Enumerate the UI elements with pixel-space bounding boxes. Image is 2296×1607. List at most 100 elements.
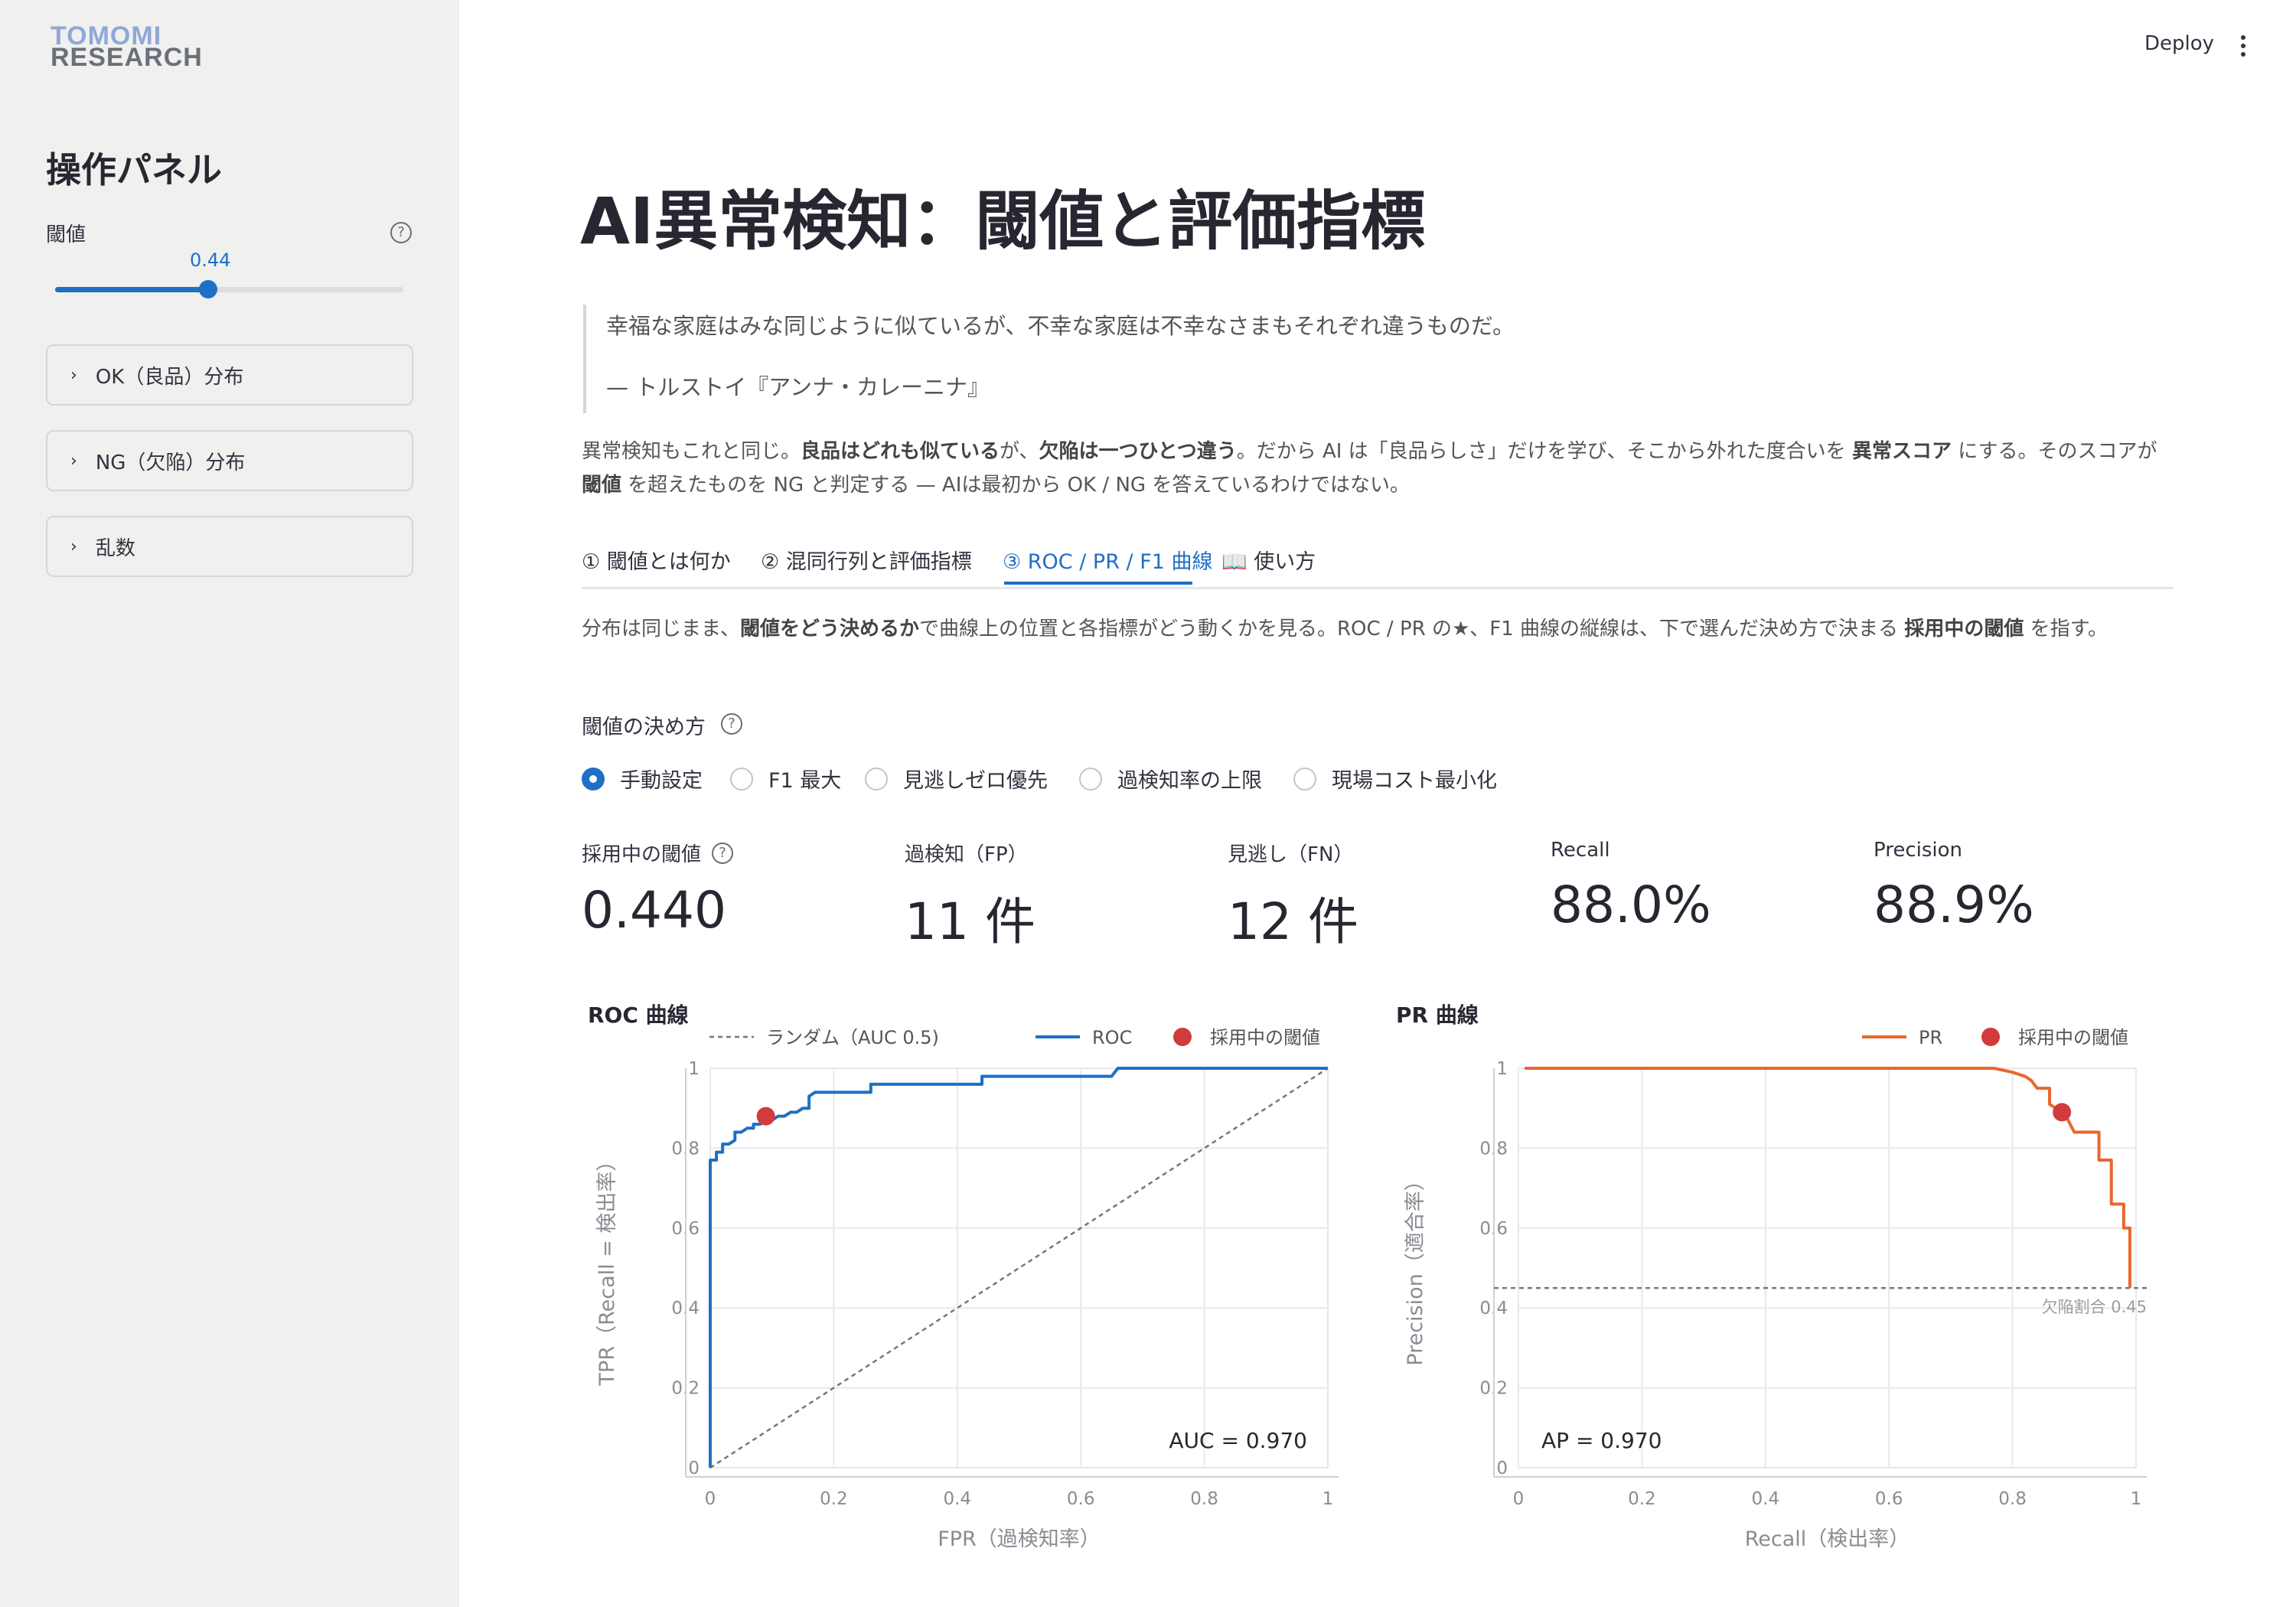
x-tick-label: 0.6 xyxy=(1067,1489,1095,1509)
roc-chart: ROC 曲線00.20.40.60.810 0.2 0.4 0.6 0.8 1FPR（過検… xyxy=(588,1002,1339,1551)
brand-logo: TOMOMI RESEARCH xyxy=(51,23,203,70)
quote-text: 幸福な家庭はみな同じように似ているが、不幸な家庭は不幸なさまもそれぞれ違うものだ… xyxy=(606,313,1515,339)
y-tick-label: 1 xyxy=(688,1059,700,1079)
metric-false-negative: 見逃し（FN） 12 件 xyxy=(1228,839,1358,954)
radio-dot xyxy=(1293,767,1316,790)
metric-value: 11 件 xyxy=(905,892,1035,951)
radio-dot xyxy=(582,767,605,790)
x-tick-label: 0.2 xyxy=(1628,1489,1656,1509)
x-tick-label: 0.8 xyxy=(1998,1489,2027,1509)
chart-annotation: AUC = 0.970 xyxy=(1169,1428,1307,1453)
x-tick-label: 0.4 xyxy=(944,1489,972,1509)
more-menu-icon[interactable] xyxy=(2241,35,2247,58)
threshold-marker xyxy=(756,1107,775,1126)
radio-f1-max[interactable]: F1 最大 xyxy=(730,764,841,794)
metric-threshold: 採用中の閾値 ? 0.440 xyxy=(582,839,734,940)
tab-confusion-matrix[interactable]: ② 混同行列と評価指標 xyxy=(761,545,972,575)
legend-label: PR xyxy=(1919,1027,1942,1048)
metric-label: Precision xyxy=(1874,839,1963,862)
metric-label: 見逃し（FN） xyxy=(1228,843,1354,866)
x-tick-label: 0.4 xyxy=(1752,1489,1780,1509)
expander-random-seed[interactable]: › 乱数 xyxy=(46,516,413,577)
x-tick-label: 1 xyxy=(1322,1489,1334,1509)
x-axis-label: Recall（検出率） xyxy=(1745,1527,1910,1551)
radio-label: 過検知率の上限 xyxy=(1117,769,1262,793)
threshold-slider-handle[interactable] xyxy=(199,280,218,298)
chevron-right-icon: › xyxy=(70,536,77,556)
threshold-marker xyxy=(2053,1103,2072,1122)
metric-label: 採用中の閾値 xyxy=(582,843,702,866)
baseline-label: 欠陥割合 0.45 xyxy=(2042,1298,2147,1316)
sidebar: TOMOMI RESEARCH 操作パネル 閾値 ? 0.44 › OK（良品）… xyxy=(0,0,459,1607)
radio-manual[interactable]: 手動設定 xyxy=(582,764,703,794)
expander-label: NG（欠陥）分布 xyxy=(95,451,246,474)
metric-label: Recall xyxy=(1551,839,1610,862)
threshold-slider[interactable] xyxy=(55,280,403,298)
threshold-slider-value: 0.44 xyxy=(190,249,231,271)
intro-paragraph: 異常検知もこれと同じ。良品はどれも似ているが、欠陥は一つひとつ違う。だから AI… xyxy=(582,440,2157,497)
threshold-label: 閾値 xyxy=(46,223,86,246)
x-tick-label: 0.6 xyxy=(1875,1489,1903,1509)
tab-description: 分布は同じまま、閾値をどう決めるかで曲線上の位置と各指標がどう動くかを見る。RO… xyxy=(582,618,2108,641)
panel-title: 操作パネル xyxy=(46,149,222,191)
quote-source: — トルストイ『アンナ・カレーニナ』 xyxy=(606,374,990,400)
logo-line-2: RESEARCH xyxy=(51,43,203,72)
metric-label: 過検知（FP） xyxy=(905,843,1028,866)
legend-swatch xyxy=(1173,1028,1192,1046)
radio-fpr-limit[interactable]: 過検知率の上限 xyxy=(1079,764,1262,794)
legend-label: ランダム（AUC 0.5) xyxy=(766,1027,939,1048)
y-tick-label: 0 xyxy=(1496,1459,1508,1478)
curve-line xyxy=(1525,1067,2131,1289)
metric-value: 12 件 xyxy=(1228,892,1358,951)
tab-how-to-use[interactable]: 📖 使い方 xyxy=(1221,545,1316,575)
x-axis-label: FPR（過検知率） xyxy=(938,1527,1101,1551)
radio-zero-miss[interactable]: 見逃しゼロ優先 xyxy=(865,764,1048,794)
legend-label: ROC xyxy=(1092,1027,1132,1048)
chevron-right-icon: › xyxy=(70,451,77,471)
legend-swatch xyxy=(1981,1028,2000,1046)
expander-ok-distribution[interactable]: › OK（良品）分布 xyxy=(46,344,413,406)
tab-roc-pr-f1[interactable]: ③ ROC / PR / F1 曲線 xyxy=(1003,545,1213,575)
y-axis-label: Precision（適合率） xyxy=(1404,1170,1427,1365)
metric-precision: Precision 88.9% xyxy=(1874,839,2034,934)
threshold-slider-fill xyxy=(55,287,209,292)
active-tab-indicator xyxy=(1004,582,1192,585)
y-tick-label: 1 xyxy=(1496,1059,1508,1079)
x-tick-label: 0.2 xyxy=(820,1489,848,1509)
expander-label: 乱数 xyxy=(95,536,135,560)
x-tick-label: 0.8 xyxy=(1190,1489,1218,1509)
help-icon[interactable]: ? xyxy=(390,222,412,243)
help-icon[interactable]: ? xyxy=(721,713,742,735)
legend-label: 採用中の閾値 xyxy=(2018,1027,2128,1048)
metric-value: 0.440 xyxy=(582,881,726,940)
y-axis-label: TPR（Recall = 検出率） xyxy=(595,1151,619,1387)
x-tick-label: 1 xyxy=(2131,1489,2142,1509)
blockquote: 幸福な家庭はみな同じように似ているが、不幸な家庭は不幸なさまもそれぞれ違うものだ… xyxy=(583,305,1655,413)
radio-dot xyxy=(1079,767,1102,790)
method-label: 閾値の決め方 xyxy=(582,715,706,739)
tab-bar: ① 閾値とは何か ② 混同行列と評価指標 ③ ROC / PR / F1 曲線 … xyxy=(582,540,2174,589)
radio-cost-min[interactable]: 現場コスト最小化 xyxy=(1293,764,1497,794)
chart-title: PR 曲線 xyxy=(1396,1002,1479,1028)
radio-label: F1 最大 xyxy=(768,769,842,793)
tab-what-is-threshold[interactable]: ① 閾値とは何か xyxy=(582,545,731,575)
x-tick-label: 0 xyxy=(705,1489,716,1509)
radio-label: 手動設定 xyxy=(620,769,703,793)
chart-annotation: AP = 0.970 xyxy=(1541,1428,1662,1453)
legend-label: 採用中の閾値 xyxy=(1210,1027,1320,1048)
radio-label: 見逃しゼロ優先 xyxy=(903,769,1048,793)
metric-false-positive: 過検知（FP） 11 件 xyxy=(905,839,1035,954)
y-tick-label: 0 xyxy=(688,1459,700,1478)
random-baseline-line xyxy=(709,1067,1329,1469)
chart-title: ROC 曲線 xyxy=(588,1002,689,1028)
page-title: AI異常検知：閾値と評価指標 xyxy=(580,184,1426,259)
deploy-button[interactable]: Deploy xyxy=(2144,32,2214,55)
radio-dot xyxy=(730,767,753,790)
radio-label: 現場コスト最小化 xyxy=(1332,769,1497,793)
metric-recall: Recall 88.0% xyxy=(1551,839,1711,934)
x-tick-label: 0 xyxy=(1513,1489,1525,1509)
radio-dot xyxy=(865,767,888,790)
expander-ng-distribution[interactable]: › NG（欠陥）分布 xyxy=(46,430,413,491)
metric-value: 88.0% xyxy=(1551,875,1711,934)
help-icon[interactable]: ? xyxy=(712,842,734,864)
